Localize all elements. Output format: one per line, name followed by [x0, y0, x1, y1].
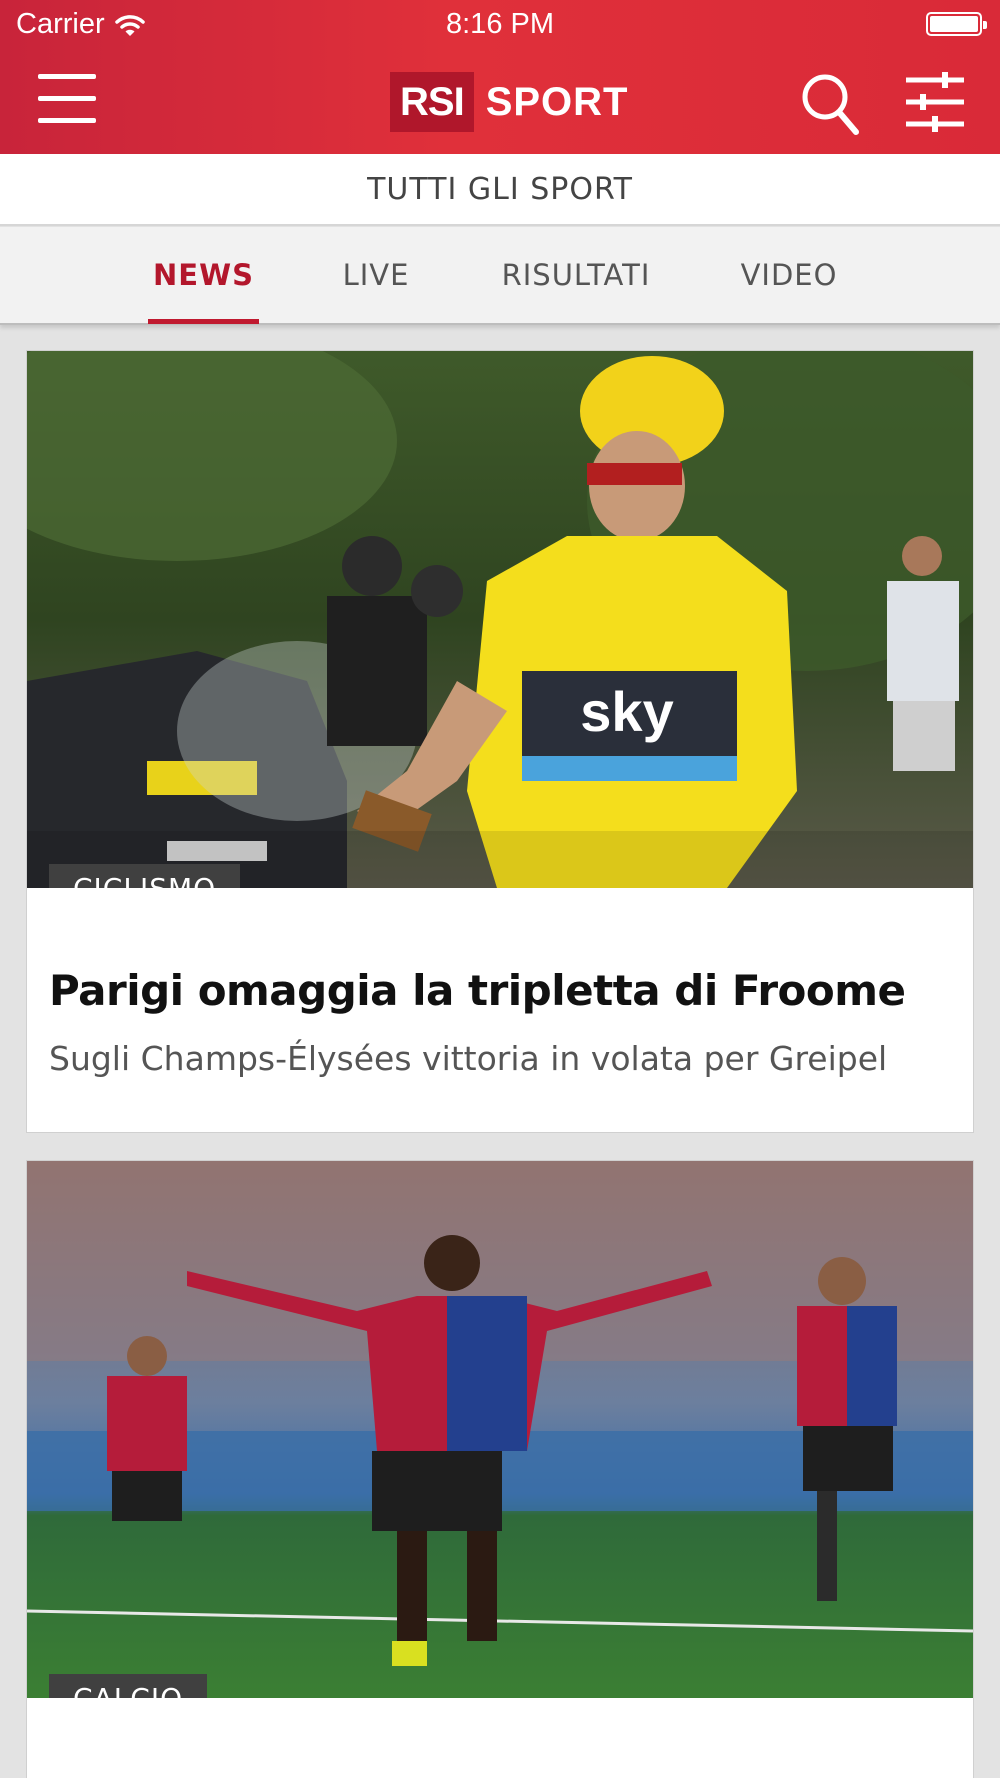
search-icon[interactable]: [800, 72, 860, 136]
category-badge: CICLISMO: [49, 864, 241, 888]
menu-icon[interactable]: [38, 72, 96, 126]
article-card[interactable]: CALCIO: [26, 1160, 974, 1778]
battery-icon: [926, 12, 987, 36]
status-bar: Carrier 8:16 PM: [0, 0, 1000, 50]
filter-icon[interactable]: [904, 72, 966, 132]
article-image: CALCIO: [27, 1161, 973, 1698]
tab-risultati[interactable]: RISULTATI: [494, 227, 658, 323]
article-card[interactable]: sky CICLISMO Parigi omaggia la tripletta…: [26, 350, 974, 1133]
logo-box: RSI: [390, 72, 474, 132]
article-subtitle: Sugli Champs-Élysées vittoria in volata …: [49, 1039, 888, 1078]
status-time: 8:16 PM: [446, 8, 554, 40]
tab-news[interactable]: NEWS: [148, 227, 259, 324]
svg-text:sky: sky: [580, 680, 673, 743]
rsi-sport-logo[interactable]: RSI SPORT: [390, 72, 628, 132]
tab-bar: NEWS LIVE RISULTATI VIDEO: [0, 227, 1000, 325]
section-title: TUTTI GLI SPORT: [367, 171, 633, 207]
tab-live[interactable]: LIVE: [330, 227, 422, 323]
app-header: Carrier 8:16 PM RSI SPORT: [0, 0, 1000, 154]
article-image: sky CICLISMO: [27, 351, 973, 888]
logo-text: SPORT: [485, 79, 629, 124]
tab-video[interactable]: VIDEO: [736, 227, 842, 323]
section-selector[interactable]: TUTTI GLI SPORT: [0, 154, 1000, 226]
article-title: Parigi omaggia la tripletta di Froome: [49, 966, 906, 1015]
category-badge: CALCIO: [49, 1674, 208, 1698]
